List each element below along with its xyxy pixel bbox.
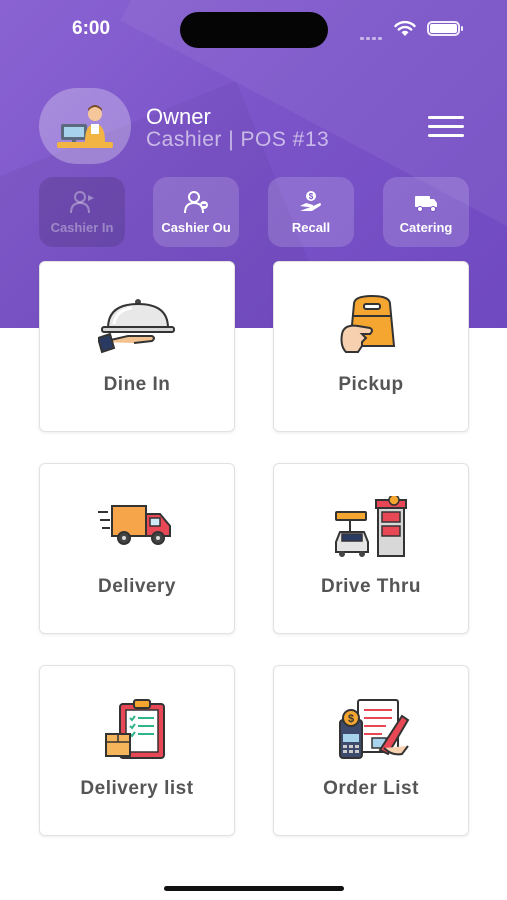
battery-icon	[427, 21, 463, 36]
drive-thru-card[interactable]: Drive Thru	[273, 463, 469, 634]
clipboard-checklist-icon	[105, 699, 165, 759]
order-list-label: Order List	[323, 778, 419, 799]
cashier-out-button[interactable]: Cashier Ou	[153, 177, 239, 247]
dine-in-label: Dine In	[103, 374, 171, 395]
pickup-bag-icon	[340, 294, 396, 353]
catering-button[interactable]: Catering	[383, 177, 469, 247]
svg-text:$: $	[309, 192, 314, 201]
status-time: 6:00	[72, 18, 111, 39]
pickup-label: Pickup	[338, 374, 404, 395]
hamburger-menu-button[interactable]	[428, 116, 464, 138]
cashier-in-label: Cashier In	[50, 219, 114, 235]
delivery-list-card[interactable]: Delivery list	[39, 665, 235, 836]
cloche-icon	[98, 299, 175, 354]
recall-icon: $	[300, 190, 321, 211]
signal-icon	[360, 27, 386, 40]
profile-name: Owner	[146, 104, 211, 129]
catering-icon	[415, 195, 437, 212]
catering-label: Catering	[399, 219, 453, 235]
cashier-out-icon	[184, 190, 208, 213]
delivery-label: Delivery	[98, 576, 176, 597]
profile-role: Cashier | POS #13	[146, 128, 330, 151]
recall-button[interactable]: $ Recall	[268, 177, 354, 247]
cashier-in-icon	[70, 190, 94, 213]
recall-label: Recall	[291, 219, 331, 235]
svg-text:$: $	[348, 713, 354, 725]
wifi-icon	[394, 20, 416, 36]
cashier-in-button[interactable]: Cashier In	[39, 177, 125, 247]
drive-thru-icon	[335, 496, 407, 557]
status-bar: 6:00	[0, 0, 507, 60]
delivery-list-label: Delivery list	[80, 778, 194, 799]
cashier-avatar-icon	[57, 105, 113, 148]
avatar[interactable]	[39, 88, 131, 164]
order-list-card[interactable]: $ Order List	[273, 665, 469, 836]
dine-in-card[interactable]: Dine In	[39, 261, 235, 432]
home-indicator[interactable]	[164, 886, 344, 891]
order-list-icon: $	[339, 699, 410, 759]
drive-thru-label: Drive Thru	[320, 576, 422, 597]
delivery-truck-icon	[98, 505, 171, 545]
dynamic-island	[180, 12, 328, 48]
pickup-card[interactable]: Pickup	[273, 261, 469, 432]
cashier-out-label: Cashier Ou	[161, 219, 231, 235]
delivery-card[interactable]: Delivery	[39, 463, 235, 634]
